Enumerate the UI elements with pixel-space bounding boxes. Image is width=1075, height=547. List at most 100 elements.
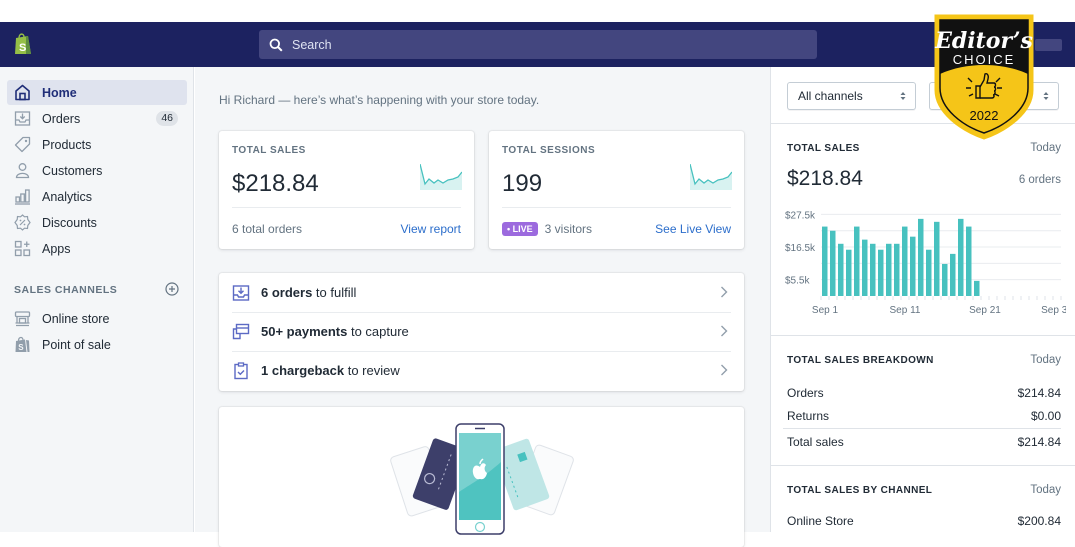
sidebar-item-online-store[interactable]: Online store xyxy=(7,306,187,331)
sidebar-item-apps[interactable]: Apps xyxy=(7,236,187,261)
chevron-right-icon xyxy=(721,286,728,298)
bar xyxy=(822,226,828,296)
orders-count: 6 orders xyxy=(1018,174,1061,186)
bar xyxy=(918,218,924,296)
sidebar-item-point-of-sale[interactable]: S Point of sale xyxy=(7,332,187,357)
bar xyxy=(950,253,956,296)
x-tick-label: Sep 1 xyxy=(812,305,839,316)
kpi-value: $218.84 xyxy=(232,170,319,197)
sidebar-item-label: Apps xyxy=(42,241,71,256)
clipboard-check-icon xyxy=(234,361,248,379)
kpi-value: 199 xyxy=(502,170,543,197)
y-tick-label: $16.5k xyxy=(785,243,816,254)
y-tick-label: $27.5k xyxy=(785,210,816,221)
sidebar-item-label: Analytics xyxy=(42,189,93,204)
bar xyxy=(878,249,884,296)
chevron-right-icon xyxy=(721,364,728,376)
search-bar[interactable]: Search xyxy=(259,30,817,59)
sidebar-item-discounts[interactable]: Discounts xyxy=(7,210,187,235)
todo-orders-to-fulfill[interactable]: 6 orders to fulfill xyxy=(219,273,744,312)
svg-text:S: S xyxy=(18,343,24,352)
inbox-download-icon xyxy=(232,284,250,301)
todo-text: 1 chargeback to review xyxy=(261,363,400,378)
tag-icon xyxy=(13,136,31,154)
breakdown-row-orders: Orders $214.84 xyxy=(787,386,1061,400)
divider xyxy=(783,428,1061,429)
by-channel-heading: TOTAL SALES BY CHANNEL xyxy=(787,485,933,496)
editors-choice-badge: Editor’s CHOICE 2022 xyxy=(934,14,1034,140)
bar xyxy=(838,243,844,296)
bar xyxy=(934,221,940,296)
top-bar: S Search xyxy=(0,22,1075,67)
total-sales-card: TOTAL SALES $218.84 6 total orders View … xyxy=(219,131,474,249)
orders-inbox-icon xyxy=(13,110,31,128)
breakdown-row-total: Total sales $214.84 xyxy=(787,435,1061,449)
kpi-footer: • LIVE 3 visitors xyxy=(502,222,592,236)
main-content: Hi Richard — here’s what’s happening wit… xyxy=(195,67,770,547)
view-report-link[interactable]: View report xyxy=(401,222,461,236)
breakdown-row-returns: Returns $0.00 xyxy=(787,409,1061,423)
window-top-strip xyxy=(0,0,1075,22)
bar xyxy=(902,226,908,296)
divider xyxy=(771,465,1075,466)
bar xyxy=(926,249,932,296)
bar xyxy=(894,243,900,296)
total-orders-text: 6 total orders xyxy=(232,222,303,236)
person-icon xyxy=(13,162,31,180)
search-icon xyxy=(269,38,283,52)
kpi-title: TOTAL SALES xyxy=(232,145,306,156)
bar xyxy=(910,236,916,296)
live-badge: • LIVE xyxy=(502,222,538,236)
apple-pay-promo-card xyxy=(219,407,744,547)
period-label: Today xyxy=(1030,142,1061,154)
sidebar-item-customers[interactable]: Customers xyxy=(7,158,187,183)
sidebar-item-orders[interactable]: Orders 46 xyxy=(7,106,187,131)
divider xyxy=(232,207,461,208)
chevron-right-icon xyxy=(721,325,728,337)
orders-count-badge: 46 xyxy=(156,111,178,126)
period-label: Today xyxy=(1030,484,1061,496)
sidebar-item-label: Products xyxy=(42,137,92,152)
total-sales-value: $218.84 xyxy=(787,167,863,190)
sales-channels-heading: SALES CHANNELS xyxy=(14,284,118,296)
todo-text: 6 orders to fulfill xyxy=(261,285,357,300)
x-tick-label: Sep 21 xyxy=(969,305,1001,316)
todo-chargeback-to-review[interactable]: 1 chargeback to review xyxy=(219,351,744,390)
todo-list-card: 6 orders to fulfill 50+ payments to capt… xyxy=(219,273,744,391)
sidebar-item-label: Customers xyxy=(42,163,103,178)
apps-grid-icon xyxy=(13,240,31,258)
todo-text: 50+ payments to capture xyxy=(261,324,409,339)
user-menu[interactable] xyxy=(1035,39,1062,51)
sidebar: Home Orders 46 Products Customers Analyt… xyxy=(0,67,194,532)
add-channel-icon[interactable] xyxy=(165,282,179,296)
bar xyxy=(966,226,972,296)
storefront-icon xyxy=(13,310,31,328)
sales-sparkline xyxy=(420,164,462,190)
greeting: Hi Richard — here’s what’s happening wit… xyxy=(219,93,540,107)
sessions-sparkline xyxy=(690,164,732,190)
svg-text:S: S xyxy=(19,42,26,54)
bar xyxy=(886,243,892,296)
todo-payments-to-capture[interactable]: 50+ payments to capture xyxy=(219,312,744,351)
bar xyxy=(854,226,860,296)
sales-bar-chart: $27.5k $16.5k $5.5k Sep 1 Sep 11 Sep 21 Sep 30 xyxy=(785,210,1066,316)
channel-select-value: All channels xyxy=(798,89,863,103)
shopify-logo-icon[interactable]: S xyxy=(13,32,33,56)
discount-badge-icon xyxy=(13,214,31,232)
home-icon xyxy=(13,84,31,102)
sidebar-item-analytics[interactable]: Analytics xyxy=(7,184,187,209)
bar xyxy=(862,239,868,296)
bar xyxy=(942,263,948,296)
breakdown-heading: TOTAL SALES BREAKDOWN xyxy=(787,355,934,366)
y-tick-label: $5.5k xyxy=(785,276,810,287)
channel-select[interactable]: All channels xyxy=(787,82,916,110)
search-placeholder: Search xyxy=(292,37,332,52)
divider xyxy=(502,207,731,208)
bar xyxy=(846,249,852,296)
see-live-view-link[interactable]: See Live View xyxy=(655,222,731,236)
sidebar-item-home[interactable]: Home xyxy=(7,80,187,105)
x-tick-label: Sep 30 xyxy=(1041,305,1066,316)
sidebar-item-label: Home xyxy=(42,85,77,100)
sidebar-item-products[interactable]: Products xyxy=(7,132,187,157)
payments-cards-icon xyxy=(232,323,250,339)
